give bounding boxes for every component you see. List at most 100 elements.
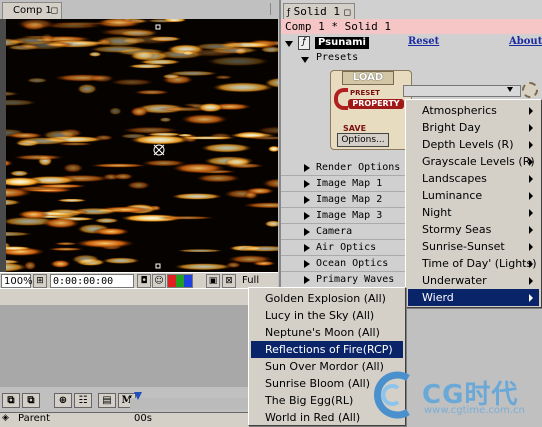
load-handle-icon <box>334 88 348 110</box>
show-snapshot-icon[interactable]: ☺ <box>152 274 166 288</box>
fire-streak <box>133 89 171 95</box>
about-link[interactable]: About <box>509 36 542 47</box>
expand-icon[interactable] <box>304 212 310 220</box>
fire-streak <box>162 73 181 79</box>
menu-item-label: Stormy Seas <box>422 223 492 236</box>
menu-item-grayscale-levels[interactable]: Grayscale Levels (R) <box>408 153 539 170</box>
resolution-dropdown[interactable]: Full <box>240 274 276 288</box>
expand-icon[interactable] <box>304 276 310 284</box>
effect-collapse-icon[interactable] <box>285 41 293 47</box>
expand-icon[interactable] <box>304 228 310 236</box>
submenu-item[interactable]: Neptune's Moon (All) <box>251 324 403 341</box>
submenu-arrow-icon <box>529 260 533 268</box>
expand-icon[interactable] <box>304 164 310 172</box>
tab-close-icon[interactable]: ◻ <box>344 8 351 18</box>
menu-item-luminance[interactable]: Luminance <box>408 187 539 204</box>
menu-item-night[interactable]: Night <box>408 204 539 221</box>
gear-icon[interactable] <box>522 82 538 98</box>
fire-streak <box>195 173 242 183</box>
submenu-item[interactable]: Lucy in the Sky (All) <box>251 307 403 324</box>
motion-blur-icon[interactable]: ▤ <box>98 393 116 408</box>
fire-streak <box>49 259 71 269</box>
menu-item-wierd[interactable]: Wierd <box>408 289 539 306</box>
effect-controls-title: Comp 1 * Solid 1 <box>281 19 542 34</box>
submenu-arrow-icon <box>529 141 533 149</box>
expand-icon[interactable] <box>304 244 310 252</box>
options-button[interactable]: Options... <box>337 133 389 147</box>
group-ocean-optics[interactable]: Ocean Optics <box>281 256 405 272</box>
menu-item-atmospherics[interactable]: Atmospherics <box>408 102 539 119</box>
window-resize-handle[interactable] <box>270 3 277 15</box>
tab-close-icon[interactable]: ◻ <box>51 3 58 19</box>
preset-category-menu: Atmospherics Bright Day Depth Levels (R)… <box>405 99 542 308</box>
group-label: Render Options <box>316 162 401 173</box>
menu-item-landscapes[interactable]: Landscapes <box>408 170 539 187</box>
region-of-interest-icon[interactable]: ▣ <box>206 274 220 288</box>
timeline-area[interactable] <box>0 305 250 387</box>
reset-link[interactable]: Reset <box>408 36 439 47</box>
fire-streak <box>62 163 84 173</box>
submenu-item-label: Sunrise Bloom (All) <box>265 377 370 390</box>
fire-streak <box>74 238 136 249</box>
group-primary-waves[interactable]: Primary Waves <box>281 272 405 288</box>
fire-streak <box>197 102 224 113</box>
draft-3d-icon[interactable]: ⊕ <box>54 393 72 408</box>
channels-icon[interactable] <box>167 274 193 288</box>
menu-item-label: Underwater <box>422 274 487 287</box>
time-ruler[interactable] <box>130 392 250 410</box>
watermark-url: www.cgtime.com.cn <box>424 405 525 416</box>
menu-item-bright-day[interactable]: Bright Day <box>408 119 539 136</box>
timecode-display[interactable]: 0:00:00:00 <box>50 274 134 288</box>
expand-icon[interactable] <box>304 260 310 268</box>
pickwhip-icon: ◈ <box>2 413 9 423</box>
timecode-value: 0:00:00:00 <box>53 276 114 287</box>
fire-streak <box>12 154 65 161</box>
menu-item-underwater[interactable]: Underwater <box>408 272 539 289</box>
comp-tab[interactable]: Comp 1 ◻ <box>2 2 62 19</box>
layer-switch-icon[interactable]: ⧉ <box>22 393 40 408</box>
submenu-item-label: Reflections of Fire(RCP) <box>265 343 393 356</box>
fire-streak <box>88 163 149 168</box>
group-image-map-2[interactable]: Image Map 2 <box>281 192 405 208</box>
effect-tab-label: Solid 1 <box>293 5 341 18</box>
fx-toggle-icon[interactable]: ƒ <box>298 36 310 50</box>
chevron-down-icon[interactable] <box>507 87 513 92</box>
presets-collapse-icon[interactable] <box>301 57 309 63</box>
submenu-item[interactable]: Golden Explosion (All) <box>251 290 403 307</box>
fire-streak <box>206 56 270 67</box>
safe-zones-icon[interactable]: ⊞ <box>33 274 47 288</box>
submenu-item-selected[interactable]: Reflections of Fire(RCP) <box>251 341 403 358</box>
timeline-scrollbar[interactable] <box>0 288 278 306</box>
expand-icon[interactable] <box>304 196 310 204</box>
group-label: Air Optics <box>316 242 377 253</box>
comp-button-icon[interactable]: ⧉ <box>2 393 20 408</box>
group-render-options[interactable]: Render Options <box>281 160 405 176</box>
menu-item-stormy-seas[interactable]: Stormy Seas <box>408 221 539 238</box>
group-image-map-3[interactable]: Image Map 3 <box>281 208 405 224</box>
fire-streak <box>16 19 56 30</box>
group-image-map-1[interactable]: Image Map 1 <box>281 176 405 192</box>
zoom-dropdown[interactable]: 100% <box>1 274 33 288</box>
timeline-column-header: ◈ Parent 00s <box>0 412 250 427</box>
group-camera[interactable]: Camera <box>281 224 405 240</box>
parent-column-label: Parent <box>18 413 51 424</box>
frame-blend-icon[interactable]: ☷ <box>74 393 92 408</box>
fire-streak <box>109 78 156 86</box>
fire-streak <box>173 263 233 271</box>
transparency-grid-icon[interactable]: ⊠ <box>222 274 236 288</box>
snapshot-icon[interactable]: ◘ <box>137 274 151 288</box>
preset-dropdown[interactable] <box>403 85 521 97</box>
menu-item-time-of-day[interactable]: Time of Day' (Lights) <box>408 255 539 272</box>
group-label: Image Map 2 <box>316 194 383 205</box>
menu-item-sunrise-sunset[interactable]: Sunrise-Sunset <box>408 238 539 255</box>
comp-viewer[interactable] <box>0 19 278 272</box>
effect-controls-tab[interactable]: ƒ Solid 1 ◻ <box>283 3 355 19</box>
group-air-optics[interactable]: Air Optics <box>281 240 405 256</box>
resolution-value: Full <box>242 275 260 286</box>
fire-streak <box>77 83 98 95</box>
menu-item-depth-levels[interactable]: Depth Levels (R) <box>408 136 539 153</box>
current-time-indicator[interactable] <box>134 392 142 400</box>
menu-item-label: Wierd <box>422 291 454 304</box>
expand-icon[interactable] <box>304 180 310 188</box>
fire-streak <box>156 215 217 220</box>
